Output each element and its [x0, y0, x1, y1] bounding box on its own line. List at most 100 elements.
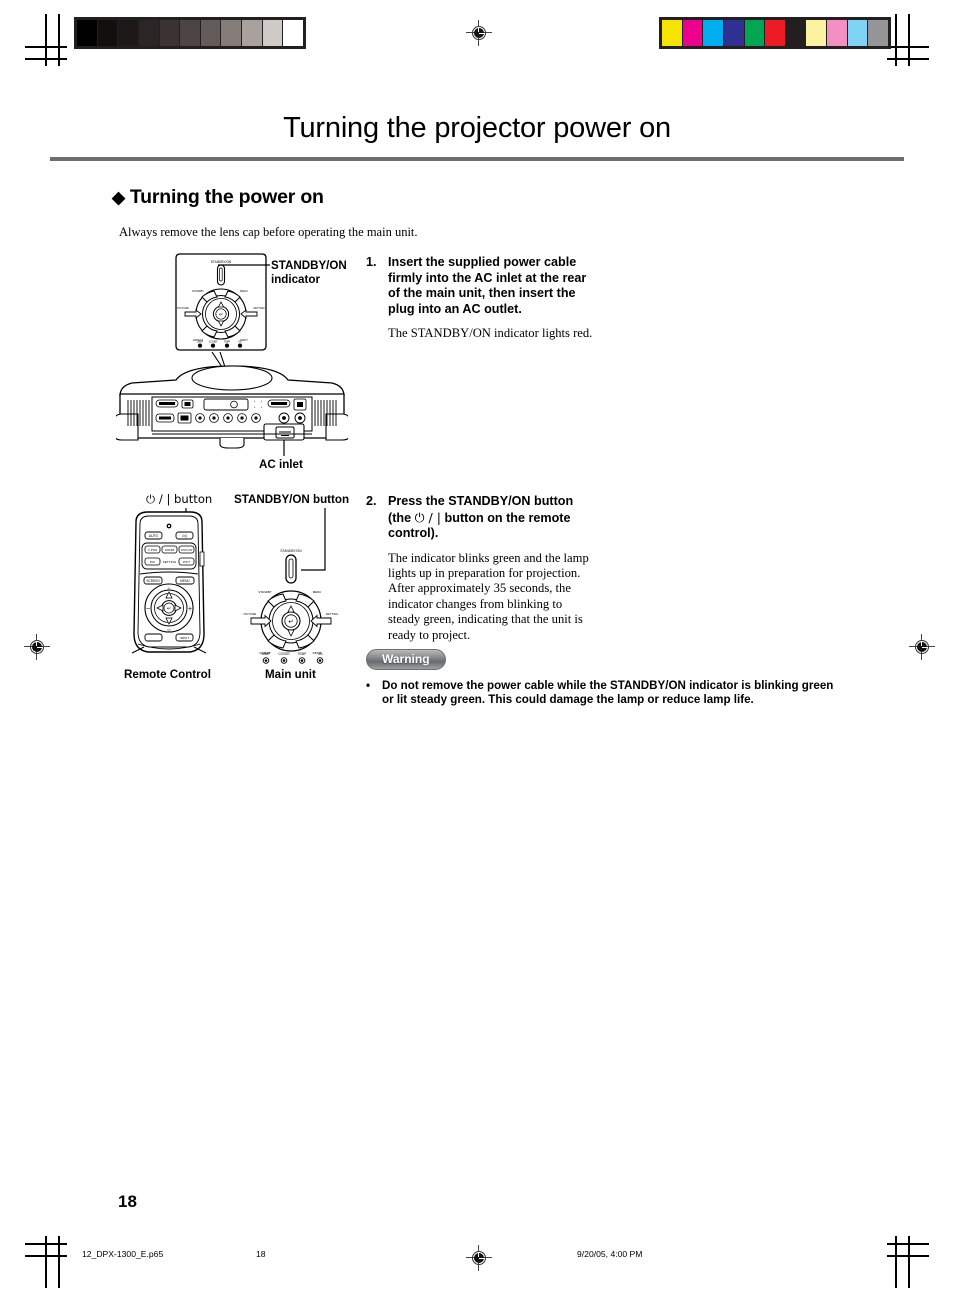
svg-text:↵: ↵ — [167, 606, 171, 612]
footer-page: 18 — [256, 1249, 266, 1259]
svg-text:COVER: COVER — [278, 652, 290, 656]
crop-mark-bottom-left-v2 — [58, 1236, 60, 1288]
svg-text:MENU: MENU — [180, 579, 190, 583]
diamond-icon: ◆ — [112, 188, 125, 207]
svg-text:ON: ON — [318, 652, 323, 656]
section-heading: ◆ Turning the power on — [112, 186, 324, 209]
svg-text:INPUT: INPUT — [180, 636, 189, 640]
page-number: 18 — [118, 1192, 137, 1211]
step-2-number: 2. — [366, 494, 377, 508]
svg-text:SETTING: SETTING — [326, 612, 339, 616]
svg-text:PICTURE: PICTURE — [244, 612, 257, 616]
crop-mark-top-left-h — [25, 46, 67, 48]
calibration-patch — [241, 20, 262, 46]
svg-text:LAMP: LAMP — [262, 652, 271, 656]
svg-text:LAMP: LAMP — [197, 341, 204, 344]
svg-text:STANDBY: STANDBY — [258, 590, 272, 594]
figure-main-unit-leds: LAMP COVER TEMP ON — [258, 650, 330, 666]
grayscale-calibration-bar — [74, 17, 306, 49]
svg-text:TEMP: TEMP — [224, 342, 231, 344]
svg-text:SETTING: SETTING — [253, 306, 264, 310]
crop-mark-bottom-left-h — [25, 1243, 67, 1245]
step-1-number: 1. — [366, 255, 377, 269]
power-button-label: ⏻ / | button — [146, 492, 213, 506]
figure-projector-rear: * * * * — [116, 352, 348, 457]
crop-mark-bottom-right-v2 — [895, 1236, 897, 1288]
calibration-patch — [784, 20, 806, 46]
svg-text:PICT: PICT — [183, 560, 190, 564]
figure-main-unit-panel: STANDBY/ON ↵ STANDBY MENU PICTURE SETTIN… — [243, 508, 343, 663]
step-1-heading: Insert the supplied power cable firmly i… — [388, 255, 587, 316]
calibration-patch — [681, 20, 703, 46]
svg-text:PICTURE: PICTURE — [177, 306, 189, 310]
svg-text:SCREEN: SCREEN — [146, 579, 160, 583]
svg-text:ZOOM: ZOOM — [165, 548, 175, 552]
crop-mark-bottom-right-h — [887, 1243, 929, 1245]
svg-text:↵: ↵ — [288, 619, 293, 626]
figure-remote-control: AUTO ⏻/| V POS ZOOM FOCUS PIC SETTING PI… — [124, 508, 214, 663]
svg-text:STANDBY/ON: STANDBY/ON — [280, 549, 302, 553]
ac-inlet-label: AC inlet — [259, 458, 303, 471]
intro-text: Always remove the lens cap before operat… — [119, 225, 418, 239]
svg-text:−: − — [146, 606, 150, 613]
registration-target-top — [466, 20, 492, 46]
page-title: Turning the projector power on — [283, 112, 671, 144]
standby-indicator-label: STANDBY/ON indicator — [271, 259, 347, 286]
svg-text:+: + — [188, 606, 192, 613]
svg-text:AUTO: AUTO — [149, 534, 159, 538]
registration-target-right — [909, 634, 935, 660]
calibration-patch — [702, 20, 723, 46]
power-symbol-icon: ⏻ / | — [414, 509, 442, 525]
footer-timestamp: 9/20/05, 4:00 PM — [577, 1249, 643, 1259]
calibration-patch — [77, 20, 97, 46]
svg-text:TEMP: TEMP — [298, 652, 307, 656]
svg-text:STANDBY: STANDBY — [192, 289, 204, 293]
warning-badge: Warning — [366, 649, 446, 670]
leader-line-standby-indicator — [218, 262, 270, 268]
color-calibration-bar — [659, 17, 891, 49]
calibration-patch — [220, 20, 242, 46]
svg-text:↵: ↵ — [219, 312, 223, 318]
calibration-patch — [261, 20, 283, 46]
calibration-patch — [662, 20, 682, 46]
calibration-patch — [137, 20, 159, 46]
title-divider — [50, 157, 904, 161]
section-heading-label: Turning the power on — [129, 186, 324, 208]
calibration-patch — [867, 20, 889, 46]
calibration-patch — [179, 20, 200, 46]
remote-control-caption: Remote Control — [124, 668, 211, 681]
calibration-patch — [743, 20, 765, 46]
footer-filename: 12_DPX-1300_E.p65 — [82, 1249, 164, 1259]
registration-target-bottom — [466, 1245, 492, 1271]
warning-bullet: • — [366, 679, 371, 692]
calibration-patch — [199, 20, 221, 46]
calibration-patch — [846, 20, 868, 46]
step-1-paragraph: The STANDBY/ON indicator lights red. — [388, 326, 593, 340]
svg-text:⏻/|: ⏻/| — [182, 534, 187, 538]
svg-text:FOCUS: FOCUS — [181, 548, 192, 552]
calibration-patch — [158, 20, 180, 46]
calibration-patch — [282, 20, 304, 46]
calibration-patch — [764, 20, 785, 46]
warning-block: Warning • Do not remove the power cable … — [366, 649, 846, 707]
calibration-patch — [117, 20, 138, 46]
calibration-patch — [722, 20, 744, 46]
step-2: 2. Press the STANDBY/ON button (the ⏻ / … — [366, 494, 594, 643]
main-unit-caption: Main unit — [265, 668, 316, 681]
calibration-patch — [96, 20, 118, 46]
warning-text: Do not remove the power cable while the … — [382, 679, 834, 707]
svg-text:ON: ON — [238, 342, 242, 344]
svg-text:V POS: V POS — [148, 548, 157, 552]
step-1: 1. Insert the supplied power cable firml… — [366, 255, 594, 341]
crop-mark-top-right-h2 — [887, 58, 929, 60]
svg-text:PIC: PIC — [150, 560, 156, 564]
svg-text:MENU: MENU — [313, 590, 322, 594]
standby-button-label: STANDBY/ON button — [234, 493, 350, 506]
calibration-patch — [826, 20, 847, 46]
crop-mark-top-right-h — [887, 46, 929, 48]
registration-target-left — [24, 634, 50, 660]
step-2-paragraph: The indicator blinks green and the lamp … — [388, 550, 589, 642]
svg-text:COVER: COVER — [209, 342, 218, 344]
step-2-heading: Press the STANDBY/ON button (the ⏻ / | b… — [388, 494, 594, 542]
calibration-patch — [805, 20, 827, 46]
